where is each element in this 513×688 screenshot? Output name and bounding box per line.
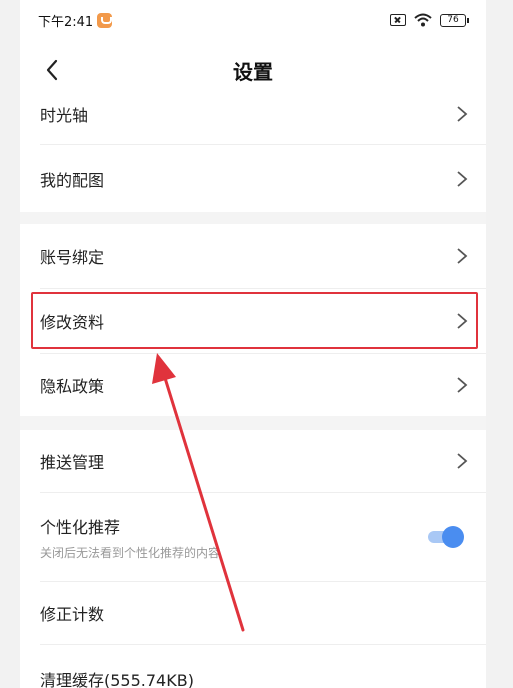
settings-item-push-management[interactable]: 推送管理 xyxy=(20,430,486,492)
section-gap xyxy=(20,212,486,224)
nav-bar: 设置 xyxy=(20,46,486,94)
settings-item-label: 账号绑定 xyxy=(40,248,105,267)
status-right: 76 xyxy=(390,13,469,27)
highlight-box xyxy=(31,292,478,349)
status-time: 下午2:41 xyxy=(38,14,94,30)
divider xyxy=(40,144,486,145)
settings-item-description: 关闭后无法看到个性化推荐的内容 xyxy=(40,545,221,560)
settings-item-my-images[interactable]: 我的配图 xyxy=(20,146,486,212)
chevron-right-icon xyxy=(457,171,468,187)
chevron-right-icon xyxy=(457,106,468,122)
personalized-rec-toggle[interactable] xyxy=(424,526,464,548)
battery-indicator: 76 xyxy=(440,13,469,27)
toggle-knob xyxy=(442,526,464,548)
settings-item-clear-cache[interactable]: 清理缓存(555.74KB) xyxy=(20,645,486,688)
chevron-right-icon xyxy=(457,248,468,264)
page-title: 设置 xyxy=(233,60,273,84)
chevron-right-icon xyxy=(457,453,468,469)
settings-item-timeline[interactable]: 时光轴 xyxy=(20,94,486,134)
settings-item-label: 隐私政策 xyxy=(40,377,105,396)
settings-item-account-binding[interactable]: 账号绑定 xyxy=(20,224,486,288)
settings-item-label: 修正计数 xyxy=(40,605,105,624)
settings-item-correction-count[interactable]: 修正计数 xyxy=(20,582,486,644)
settings-item-privacy-policy[interactable]: 隐私政策 xyxy=(20,354,486,416)
settings-item-label: 个性化推荐 xyxy=(40,517,121,537)
settings-item-personalized-rec: 个性化推荐 关闭后无法看到个性化推荐的内容 xyxy=(20,493,486,581)
status-bar: 下午2:41 76 xyxy=(20,0,486,40)
settings-item-label: 清理缓存(555.74KB) xyxy=(40,671,194,688)
chevron-right-icon xyxy=(457,377,468,393)
no-sim-icon xyxy=(390,14,406,26)
settings-item-label: 我的配图 xyxy=(40,171,105,190)
app-notification-icon xyxy=(97,12,113,28)
settings-item-label: 时光轴 xyxy=(40,106,89,125)
section-gap xyxy=(20,416,486,430)
settings-item-text: 个性化推荐 关闭后无法看到个性化推荐的内容 xyxy=(40,514,486,561)
wifi-icon xyxy=(414,13,432,27)
settings-item-label: 推送管理 xyxy=(40,453,105,472)
status-left: 下午2:41 xyxy=(38,11,113,30)
